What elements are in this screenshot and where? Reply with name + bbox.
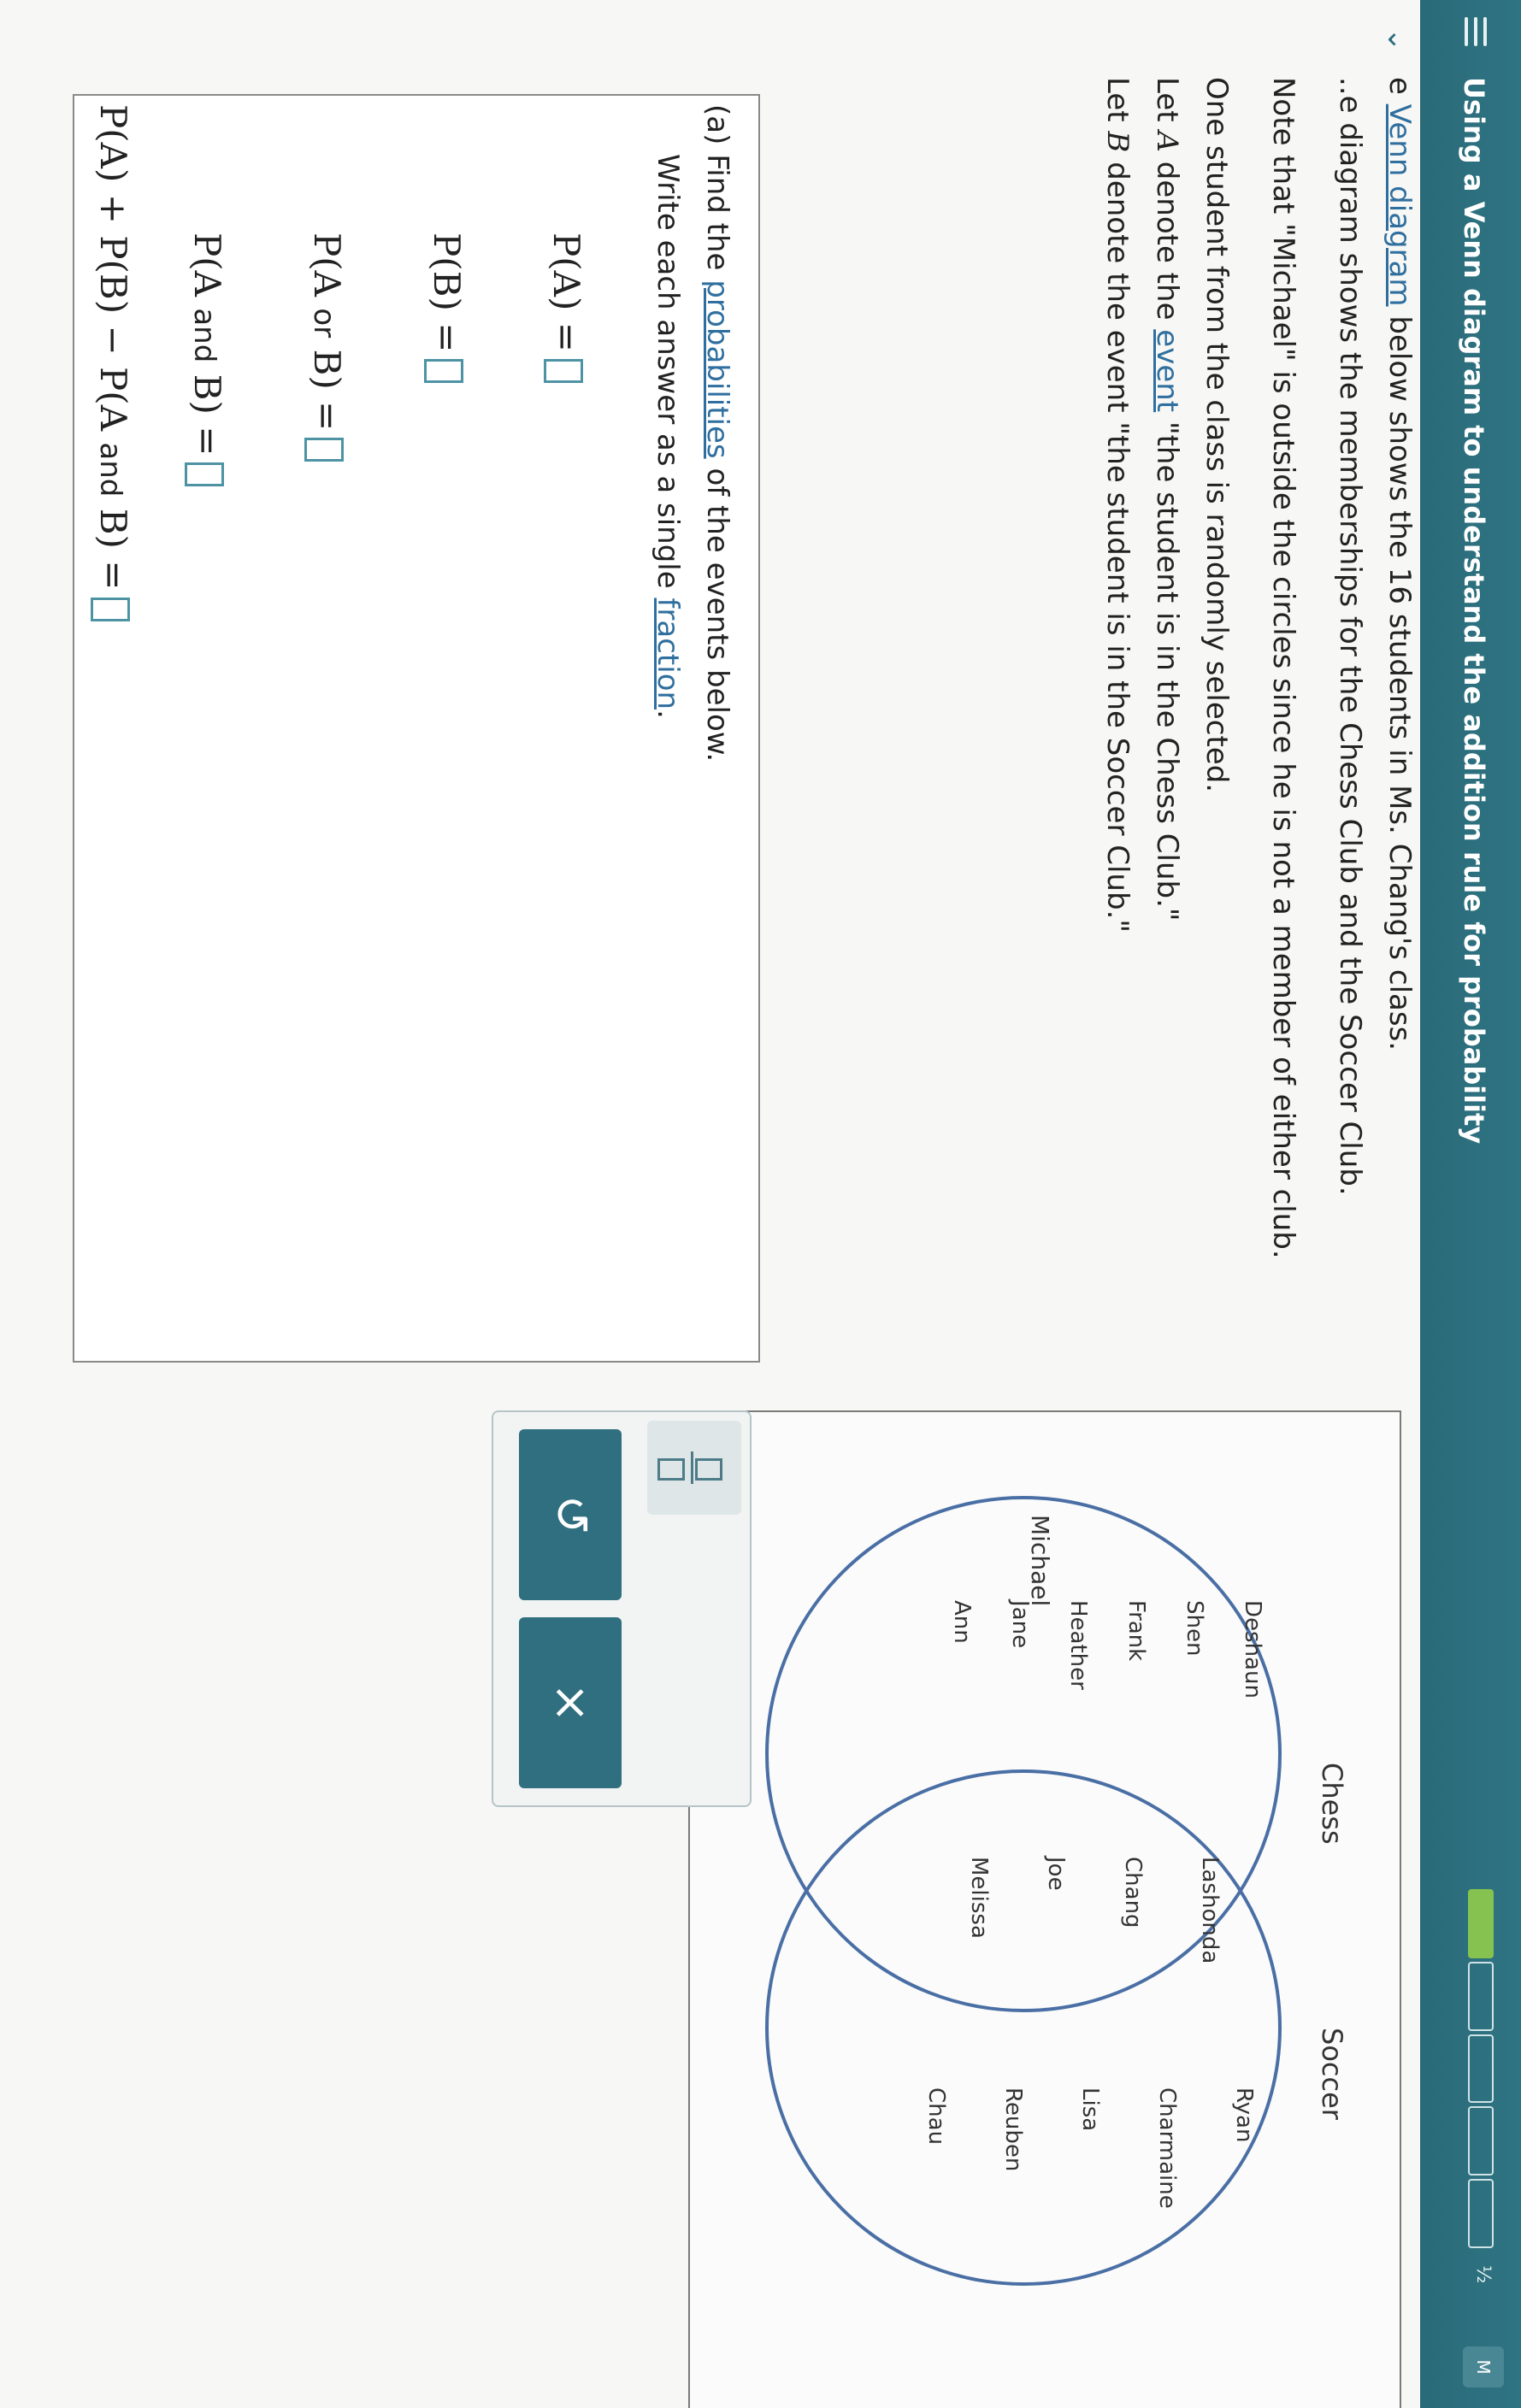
page-title: Using a Venn diagram to understand the a… bbox=[1458, 77, 1490, 1145]
eq-p-a-or-b: P(A or B) = bbox=[304, 233, 348, 462]
progress-segment bbox=[1468, 2034, 1494, 2104]
soccer-label: Soccer bbox=[1316, 2028, 1348, 2121]
eq-p-a: P(A) = bbox=[544, 233, 587, 383]
venn-diagram-link[interactable]: Venn diagram bbox=[1382, 104, 1417, 307]
soccer-member-name: Charmaine bbox=[1154, 2087, 1180, 2209]
answer-input-p-b[interactable] bbox=[424, 359, 463, 384]
soccer-member-name: Lisa bbox=[1077, 2087, 1103, 2131]
chess-member-name: Frank bbox=[1123, 1600, 1149, 1661]
progress-label: ½ bbox=[1472, 2265, 1494, 2284]
outside-name: Michael bbox=[1026, 1515, 1054, 1606]
chess-member-name: Shen bbox=[1182, 1600, 1207, 1656]
menu-icon[interactable] bbox=[1465, 17, 1487, 46]
undo-button[interactable]: ↺ bbox=[519, 1429, 622, 1600]
screen: Using a Venn diagram to understand the a… bbox=[0, 0, 1521, 2408]
answer-input-p-a-or-b[interactable] bbox=[304, 438, 344, 462]
probabilities-link[interactable]: probabilities bbox=[700, 280, 734, 458]
eq-p-a-and-b: P(A and B) = bbox=[185, 233, 228, 487]
soccer-member-name: Reuben bbox=[1000, 2087, 1026, 2171]
intro-line-1: e Venn diagram below shows the 16 studen… bbox=[1382, 77, 1417, 1051]
soccer-member-name: Chau bbox=[923, 2087, 949, 2145]
undo-icon: ↺ bbox=[543, 1494, 598, 1535]
let-b-text: Let B denote the event "the student is i… bbox=[1100, 77, 1135, 933]
chevron-down-icon[interactable]: ⌄ bbox=[1381, 27, 1415, 52]
both-member-name: Melissa bbox=[966, 1857, 992, 1939]
answer-area: (a) Find the probabilities of the events… bbox=[73, 94, 760, 1363]
answer-input-p-a-and-b[interactable] bbox=[185, 462, 224, 487]
let-a-text: Let A denote the event "the student is i… bbox=[1150, 77, 1184, 921]
tool-panel: ↺ × bbox=[492, 1410, 752, 1807]
chess-label: Chess bbox=[1316, 1763, 1348, 1845]
event-link[interactable]: event bbox=[1150, 329, 1184, 412]
clear-button[interactable]: × bbox=[519, 1617, 622, 1788]
answer-input-addition-rule[interactable] bbox=[91, 597, 130, 621]
venn-diagram-canvas: Chess Soccer DeshaunShenFrankHeatherJane… bbox=[765, 1496, 1348, 2286]
progress-segment bbox=[1468, 2106, 1494, 2176]
progress-segment bbox=[1468, 1889, 1494, 1958]
chess-member-name: Heather bbox=[1065, 1600, 1091, 1690]
answer-input-p-a[interactable] bbox=[544, 358, 583, 383]
soccer-circle bbox=[765, 1769, 1282, 2286]
top-bar: Using a Venn diagram to understand the a… bbox=[1420, 0, 1521, 2408]
progress-segment bbox=[1468, 1961, 1494, 2031]
both-member-name: Lashonda bbox=[1197, 1857, 1223, 1963]
progress-segment bbox=[1468, 2179, 1494, 2248]
fraction-link[interactable]: fraction bbox=[651, 598, 685, 709]
fraction-icon[interactable] bbox=[647, 1421, 741, 1515]
eq-p-b: P(B) = bbox=[424, 233, 468, 384]
question-line-1: (a) Find the probabilities of the events… bbox=[700, 104, 734, 762]
selection-text: One student from the class is randomly s… bbox=[1200, 77, 1234, 793]
note-text: Note that "Michael" is outside the circl… bbox=[1266, 77, 1300, 1259]
both-member-name: Joe bbox=[1043, 1855, 1069, 1891]
close-icon: × bbox=[543, 1682, 598, 1723]
question-line-2: Write each answer as a single fraction. bbox=[651, 154, 685, 719]
progress-bar bbox=[1468, 1889, 1494, 2248]
avatar[interactable]: M bbox=[1463, 2346, 1504, 2387]
venn-diagram: Chess Soccer Deshaun Shen Frank Heather Jane… bbox=[688, 1410, 1401, 2408]
eq-addition-rule: P(A) + P(B) − P(A and B) = bbox=[91, 104, 134, 621]
intro-line-2: ..e diagram shows the memberships for th… bbox=[1333, 77, 1367, 1196]
soccer-member-name: Ryan bbox=[1231, 2087, 1257, 2142]
chess-member-name: Deshaun bbox=[1240, 1600, 1265, 1699]
chess-member-name: Ann bbox=[949, 1600, 975, 1644]
both-member-name: Chang bbox=[1120, 1857, 1146, 1928]
